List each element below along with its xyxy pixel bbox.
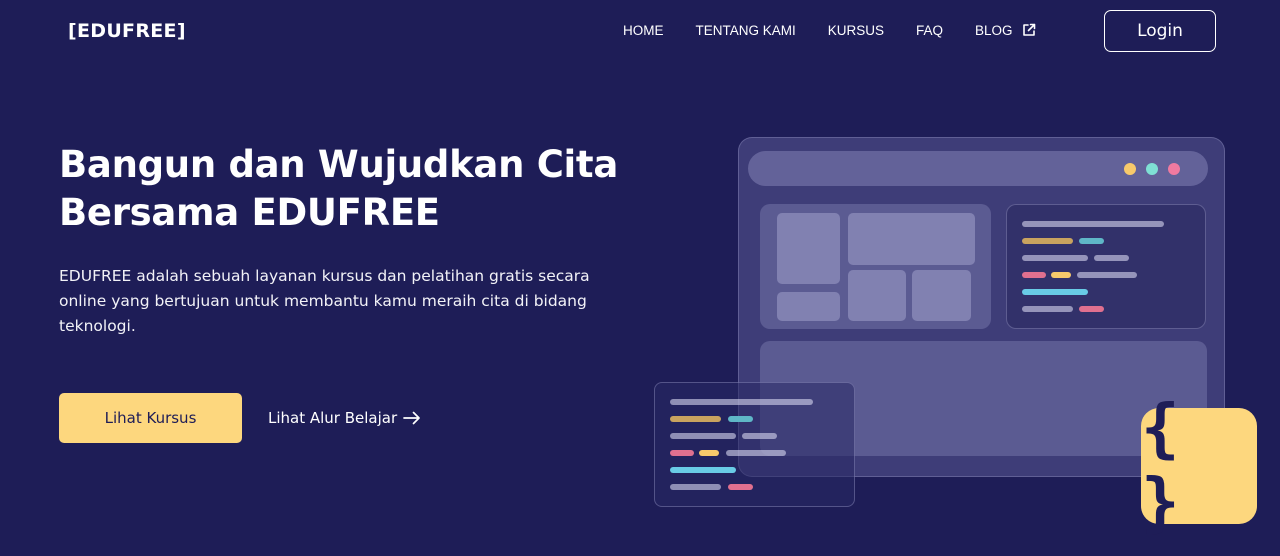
illustration-code-panel: [1006, 204, 1206, 329]
code-line: [1079, 306, 1104, 312]
code-line: [1077, 272, 1137, 278]
code-line: [1022, 289, 1088, 295]
hero-description: EDUFREE adalah sebuah layanan kursus dan…: [59, 267, 590, 335]
top-navbar: [EDUFREE] HOME TENTANG KAMI KURSUS FAQ B…: [0, 0, 1280, 64]
code-line: [670, 399, 813, 405]
code-line: [670, 416, 721, 422]
illustration-window: [738, 137, 1225, 477]
code-line: [728, 484, 753, 490]
code-line: [1022, 238, 1073, 244]
nav-link-tentang-kami[interactable]: TENTANG KAMI: [696, 23, 796, 38]
nav-link-faq[interactable]: FAQ: [916, 23, 943, 38]
code-line: [670, 450, 694, 456]
code-line: [1022, 221, 1164, 227]
code-line: [1094, 255, 1129, 261]
illustration-tile: [848, 213, 975, 265]
code-line: [726, 450, 786, 456]
code-line: [1022, 255, 1088, 261]
lihat-alur-belajar-label: Lihat Alur Belajar: [268, 409, 398, 427]
code-line: [1051, 272, 1071, 278]
lihat-alur-belajar-link[interactable]: Lihat Alur Belajar: [268, 409, 421, 427]
illustration-tile: [777, 213, 840, 284]
illustration-tile: [777, 292, 840, 321]
illustration-floating-code-card: [654, 382, 855, 507]
code-line: [670, 467, 736, 473]
illustration-window-bar: [748, 151, 1208, 186]
nav-menu: HOME TENTANG KAMI KURSUS FAQ BLOG: [623, 22, 1037, 38]
code-line: [1079, 238, 1104, 244]
nav-link-kursus[interactable]: KURSUS: [828, 23, 884, 38]
code-line: [670, 484, 721, 490]
curly-braces-icon: { }: [1141, 392, 1257, 540]
illustration-gallery-panel: [760, 204, 991, 329]
window-dot-pink: [1168, 163, 1180, 175]
code-line: [670, 433, 736, 439]
arrow-right-icon: [403, 411, 421, 425]
code-line: [1022, 272, 1046, 278]
nav-link-blog-label: BLOG: [975, 22, 1013, 38]
code-line: [742, 433, 777, 439]
nav-link-home[interactable]: HOME: [623, 23, 664, 38]
nav-link-blog[interactable]: BLOG: [975, 22, 1037, 38]
illustration-content-panel: [760, 341, 1207, 456]
code-line: [699, 450, 719, 456]
illustration-tile: [848, 270, 906, 321]
illustration-tile: [912, 270, 971, 321]
brand-logo[interactable]: [EDUFREE]: [68, 20, 186, 42]
login-button[interactable]: Login: [1104, 10, 1216, 52]
hero-title: Bangun dan Wujudkan Cita Bersama EDUFREE: [59, 143, 618, 234]
external-link-icon: [1022, 23, 1035, 36]
code-line: [1022, 306, 1073, 312]
lihat-kursus-button[interactable]: Lihat Kursus: [59, 393, 242, 443]
window-dot-yellow: [1124, 163, 1136, 175]
code-line: [728, 416, 753, 422]
window-dot-teal: [1146, 163, 1158, 175]
